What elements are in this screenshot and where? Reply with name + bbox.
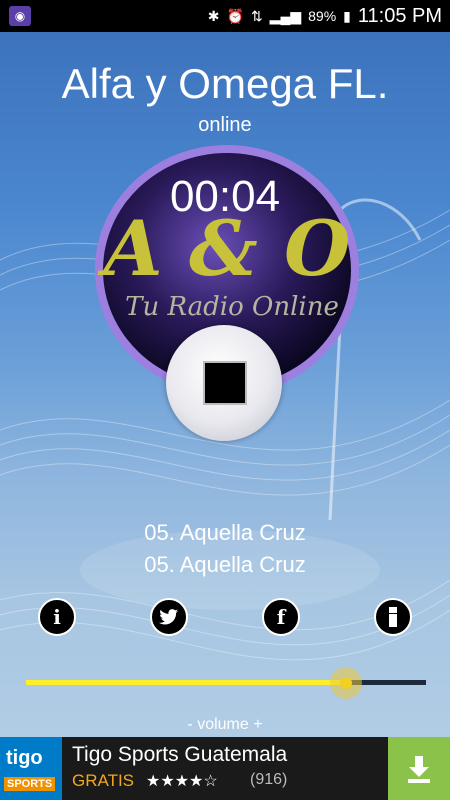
download-icon	[408, 755, 430, 783]
status-bar: ◉ ✱ ⏰ ⇅ ▂▄▆ 89% ▮ 11:05 PM	[0, 0, 450, 32]
station-name: Alfa y Omega FL.	[61, 60, 389, 107]
clock: 11:05 PM	[357, 4, 442, 27]
ad-rating-stars: ★★★★☆	[146, 773, 218, 790]
track-artist: 05. Aquella Cruz	[144, 552, 306, 577]
twitter-bird-icon	[159, 609, 178, 625]
info-icon[interactable]: i	[38, 598, 76, 636]
volume-knob[interactable]	[330, 667, 362, 699]
data-icon: ⇅	[250, 7, 263, 24]
volume-slider[interactable]	[26, 667, 426, 699]
ad-rating-count: (916)	[250, 771, 288, 788]
bluetooth-icon: ✱	[207, 7, 220, 24]
app-notification-icon: ◉	[9, 6, 31, 26]
status-right: ✱ ⏰ ⇅ ▂▄▆ 89% ▮ 11:05 PM	[208, 0, 442, 32]
volume-fill	[26, 680, 346, 685]
battery-icon: ▮	[343, 7, 351, 24]
station-status: online	[198, 114, 252, 136]
signal-icon: ▂▄▆	[269, 7, 302, 24]
ad-logo-brand: tigo	[6, 747, 43, 769]
elapsed-time: 00:04	[169, 172, 281, 221]
logo-tagline: Tu Radio Online	[125, 292, 339, 322]
stop-icon[interactable]	[203, 361, 247, 405]
ad-price: GRATIS	[72, 771, 135, 790]
ad-title[interactable]: Tigo Sports Guatemala	[72, 743, 287, 767]
facebook-icon-glyph: f	[276, 605, 286, 629]
menu-icon[interactable]	[374, 598, 412, 636]
twitter-icon[interactable]	[150, 598, 188, 636]
ad-logo-sub: SPORTS	[4, 777, 56, 791]
ad-banner[interactable]: tigo SPORTS Tigo Sports Guatemala GRATIS…	[0, 737, 450, 800]
action-icons: i f	[0, 598, 450, 638]
volume-label: - volume +	[187, 716, 263, 733]
alarm-icon: ⏰	[226, 7, 244, 24]
download-button[interactable]	[388, 737, 450, 800]
battery-percent: 89%	[308, 8, 337, 24]
menu-glyph-icon	[389, 607, 397, 627]
facebook-icon[interactable]: f	[262, 598, 300, 636]
ad-app-logo[interactable]: tigo SPORTS	[0, 737, 62, 800]
info-icon-glyph: i	[53, 605, 61, 629]
track-title: 05. Aquella Cruz	[144, 520, 306, 545]
